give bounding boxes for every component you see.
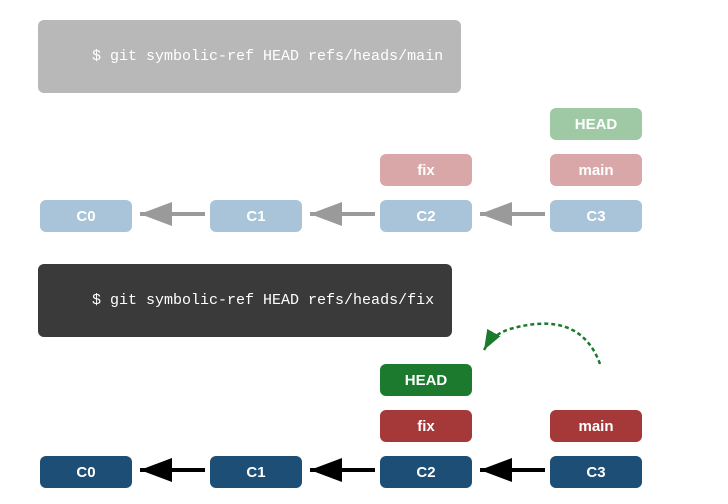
commit-c1: C1 <box>210 456 302 488</box>
command-text: $ git symbolic-ref HEAD refs/heads/main <box>92 48 443 65</box>
commit-c3: C3 <box>550 456 642 488</box>
branch-fix: fix <box>380 410 472 442</box>
command-box: $ git symbolic-ref HEAD refs/heads/fix <box>38 264 452 337</box>
head-label: HEAD <box>380 364 472 396</box>
branch-main: main <box>550 154 642 186</box>
head-label: HEAD <box>550 108 642 140</box>
command-box: $ git symbolic-ref HEAD refs/heads/main <box>38 20 461 93</box>
head-row: HEAD <box>550 106 642 142</box>
command-text: $ git symbolic-ref HEAD refs/heads/fix <box>92 292 434 309</box>
branch-main: main <box>550 410 642 442</box>
commit-c1: C1 <box>210 200 302 232</box>
commit-c0: C0 <box>40 200 132 232</box>
diagram-main: $ git symbolic-ref HEAD refs/heads/main … <box>0 0 728 250</box>
branch-row: fix main <box>380 152 642 188</box>
commit-c2: C2 <box>380 200 472 232</box>
head-row: HEAD <box>380 362 472 398</box>
commit-c0: C0 <box>40 456 132 488</box>
branch-fix: fix <box>380 154 472 186</box>
commit-c2: C2 <box>380 456 472 488</box>
commit-row: C0 C1 C2 C3 <box>40 454 642 490</box>
commit-row: C0 C1 C2 C3 <box>40 198 642 234</box>
branch-row: fix main <box>380 408 642 444</box>
commit-c3: C3 <box>550 200 642 232</box>
head-move-arrow <box>484 324 600 364</box>
diagram-fix: $ git symbolic-ref HEAD refs/heads/fix H… <box>0 254 728 504</box>
